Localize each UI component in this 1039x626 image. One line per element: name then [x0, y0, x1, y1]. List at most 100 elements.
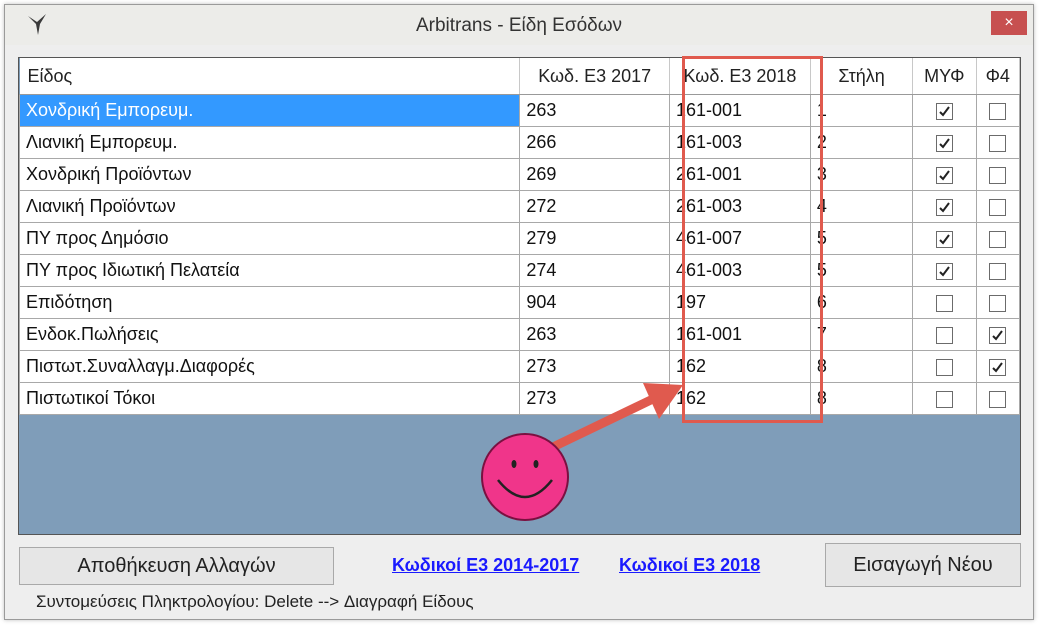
f4-checkbox[interactable]: [989, 326, 1007, 344]
table-row[interactable]: Λιανική Εμπορευμ. 266 161-003 2: [19, 126, 1020, 159]
cell-stili[interactable]: 7: [809, 318, 914, 351]
cell-f4: [975, 254, 1020, 287]
myf-checkbox[interactable]: [935, 230, 953, 248]
cell-f4: [975, 126, 1020, 159]
cell-e3-2017[interactable]: 266: [519, 126, 670, 159]
cell-e3-2017[interactable]: 263: [519, 318, 670, 351]
codes-2014-2017-link[interactable]: Κωδικοί Ε3 2014-2017: [392, 555, 579, 576]
codes-2018-link[interactable]: Κωδικοί Ε3 2018: [619, 555, 760, 576]
column-header-eidos[interactable]: Είδος: [19, 58, 521, 95]
cell-f4: [975, 94, 1020, 127]
table-row[interactable]: Πιστωτικοί Τόκοι 273 162 8: [19, 382, 1020, 415]
close-button[interactable]: ×: [991, 11, 1027, 35]
cell-e3-2018[interactable]: 261-001: [669, 158, 811, 191]
cell-f4: [975, 382, 1020, 415]
cell-eidos[interactable]: Πιστωτ.Συναλλαγμ.Διαφορές: [19, 350, 521, 383]
myf-checkbox[interactable]: [935, 166, 953, 184]
f4-checkbox[interactable]: [989, 198, 1007, 216]
cell-stili[interactable]: 8: [809, 382, 914, 415]
f4-checkbox[interactable]: [989, 358, 1007, 376]
cell-f4: [975, 350, 1020, 383]
cell-e3-2018[interactable]: 461-003: [669, 254, 811, 287]
cell-f4: [975, 158, 1020, 191]
cell-eidos[interactable]: Λιανική Προϊόντων: [19, 190, 521, 223]
table-row[interactable]: Ενδοκ.Πωλήσεις 263 161-001 7: [19, 318, 1020, 351]
cell-e3-2017[interactable]: 272: [519, 190, 670, 223]
cell-eidos[interactable]: ΠΥ προς Δημόσιο: [19, 222, 521, 255]
column-header-e3-2017[interactable]: Κωδ. Ε3 2017: [519, 58, 670, 95]
cell-e3-2018[interactable]: 161-003: [669, 126, 811, 159]
cell-eidos[interactable]: Λιανική Εμπορευμ.: [19, 126, 521, 159]
cell-eidos[interactable]: Ενδοκ.Πωλήσεις: [19, 318, 521, 351]
table-body: Χονδρική Εμπορευμ. 263 161-001 1 Λιανική Εμπ…: [19, 94, 1020, 415]
f4-checkbox[interactable]: [989, 262, 1007, 280]
cell-myf: [912, 350, 977, 383]
main-window: Arbitrans - Είδη Εσόδων × Είδος Κωδ. Ε3 …: [4, 4, 1034, 620]
window-title: Arbitrans - Είδη Εσόδων: [415, 15, 623, 36]
cell-stili[interactable]: 8: [809, 350, 914, 383]
cell-stili[interactable]: 3: [809, 158, 914, 191]
myf-checkbox[interactable]: [935, 262, 953, 280]
cell-eidos[interactable]: Πιστωτικοί Τόκοι: [19, 382, 521, 415]
cell-eidos[interactable]: Χονδρική Προϊόντων: [19, 158, 521, 191]
myf-checkbox[interactable]: [935, 134, 953, 152]
table-row[interactable]: Πιστωτ.Συναλλαγμ.Διαφορές 273 162 8: [19, 350, 1020, 383]
table-row[interactable]: ΠΥ προς Δημόσιο 279 461-007 5: [19, 222, 1020, 255]
cell-stili[interactable]: 6: [809, 286, 914, 319]
f4-checkbox[interactable]: [989, 230, 1007, 248]
cell-myf: [912, 222, 977, 255]
cell-eidos[interactable]: Επιδότηση: [19, 286, 521, 319]
myf-checkbox[interactable]: [935, 198, 953, 216]
myf-checkbox[interactable]: [935, 102, 953, 120]
cell-stili[interactable]: 5: [809, 222, 914, 255]
smiley-face-icon: [481, 433, 569, 521]
table-row[interactable]: Επιδότηση 904 197 6: [19, 286, 1020, 319]
myf-checkbox[interactable]: [935, 326, 953, 344]
cell-e3-2018[interactable]: 461-007: [669, 222, 811, 255]
column-header-e3-2018[interactable]: Κωδ. Ε3 2018: [669, 58, 811, 95]
f4-checkbox[interactable]: [989, 390, 1007, 408]
cell-e3-2017[interactable]: 279: [519, 222, 670, 255]
f4-checkbox[interactable]: [989, 102, 1007, 120]
cell-stili[interactable]: 1: [809, 94, 914, 127]
cell-e3-2018[interactable]: 197: [669, 286, 811, 319]
cell-myf: [912, 318, 977, 351]
cell-e3-2018[interactable]: 161-001: [669, 318, 811, 351]
column-header-stili[interactable]: Στήλη: [810, 58, 914, 95]
cell-myf: [912, 286, 977, 319]
myf-checkbox[interactable]: [935, 390, 953, 408]
cell-stili[interactable]: 4: [809, 190, 914, 223]
cell-e3-2018[interactable]: 261-003: [669, 190, 811, 223]
cell-stili[interactable]: 2: [809, 126, 914, 159]
cell-myf: [912, 126, 977, 159]
cell-f4: [975, 222, 1020, 255]
table-row[interactable]: Χονδρική Προϊόντων 269 261-001 3: [19, 158, 1020, 191]
cell-eidos[interactable]: ΠΥ προς Ιδιωτική Πελατεία: [19, 254, 521, 287]
cell-myf: [912, 94, 977, 127]
table-header-row: Είδος Κωδ. Ε3 2017 Κωδ. Ε3 2018 Στήλη ΜΥ…: [19, 58, 1020, 95]
items-table: Είδος Κωδ. Ε3 2017 Κωδ. Ε3 2018 Στήλη ΜΥ…: [19, 58, 1020, 415]
cell-e3-2017[interactable]: 263: [519, 94, 670, 127]
cell-f4: [975, 286, 1020, 319]
cell-myf: [912, 382, 977, 415]
myf-checkbox[interactable]: [935, 294, 953, 312]
cell-eidos[interactable]: Χονδρική Εμπορευμ.: [19, 94, 521, 127]
cell-e3-2017[interactable]: 269: [519, 158, 670, 191]
cell-e3-2017[interactable]: 904: [519, 286, 670, 319]
add-new-button[interactable]: Εισαγωγή Νέου: [825, 543, 1021, 587]
cell-e3-2018[interactable]: 161-001: [669, 94, 811, 127]
cell-f4: [975, 190, 1020, 223]
table-row[interactable]: Λιανική Προϊόντων 272 261-003 4: [19, 190, 1020, 223]
column-header-myf[interactable]: ΜΥΦ: [912, 58, 977, 95]
column-header-f4[interactable]: Φ4: [976, 58, 1020, 95]
f4-checkbox[interactable]: [989, 134, 1007, 152]
save-changes-button[interactable]: Αποθήκευση Αλλαγών: [19, 547, 334, 585]
cell-e3-2017[interactable]: 274: [519, 254, 670, 287]
cell-stili[interactable]: 5: [809, 254, 914, 287]
cell-myf: [912, 158, 977, 191]
myf-checkbox[interactable]: [935, 358, 953, 376]
table-row[interactable]: ΠΥ προς Ιδιωτική Πελατεία 274 461-003 5: [19, 254, 1020, 287]
table-row[interactable]: Χονδρική Εμπορευμ. 263 161-001 1: [19, 94, 1020, 127]
f4-checkbox[interactable]: [989, 166, 1007, 184]
f4-checkbox[interactable]: [989, 294, 1007, 312]
